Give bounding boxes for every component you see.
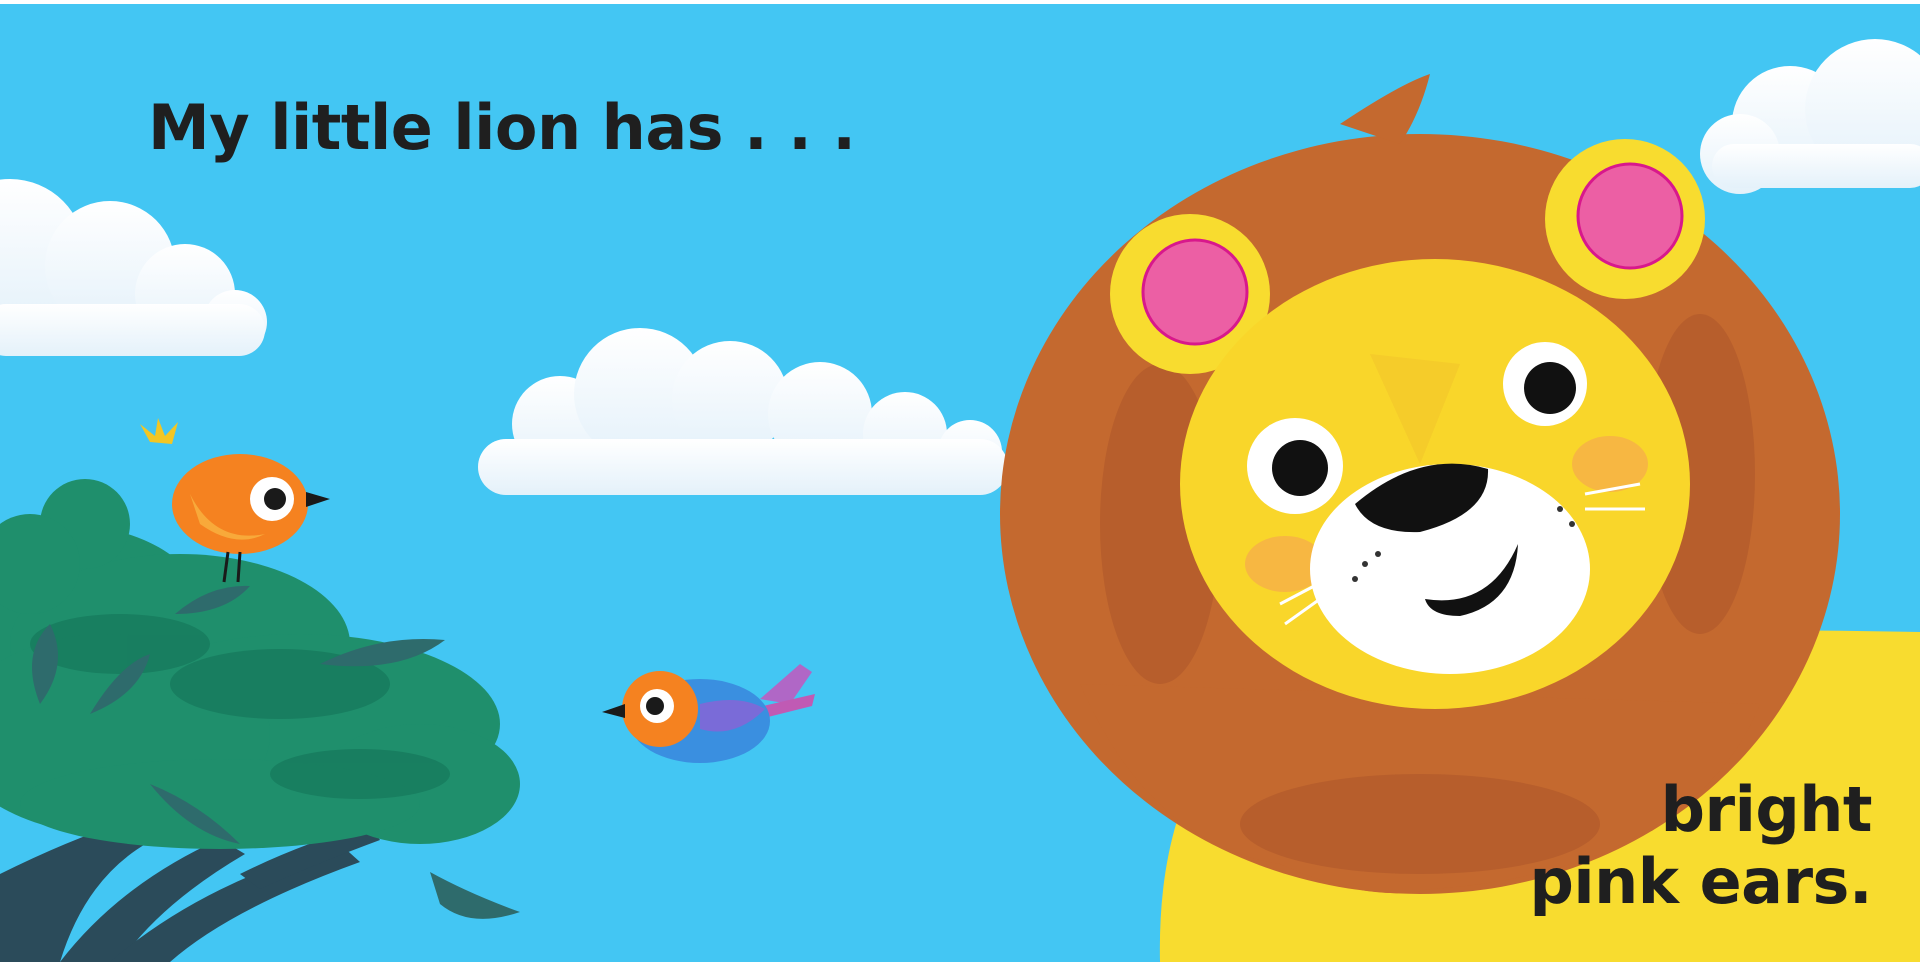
cloud-left <box>0 179 267 356</box>
page-text-right-line2: pink ears. <box>1529 844 1872 918</box>
cloud-right <box>1700 39 1920 194</box>
page-text-right: bright pink ears. <box>1529 774 1872 918</box>
page-text-right-line1: bright <box>1660 773 1873 846</box>
page-text-left: My little lion has . . . <box>148 91 856 164</box>
book-spread: My little lion has . . . bright pink ear… <box>0 4 1920 962</box>
cloud-middle <box>478 328 1008 495</box>
blue-bird <box>602 664 815 763</box>
